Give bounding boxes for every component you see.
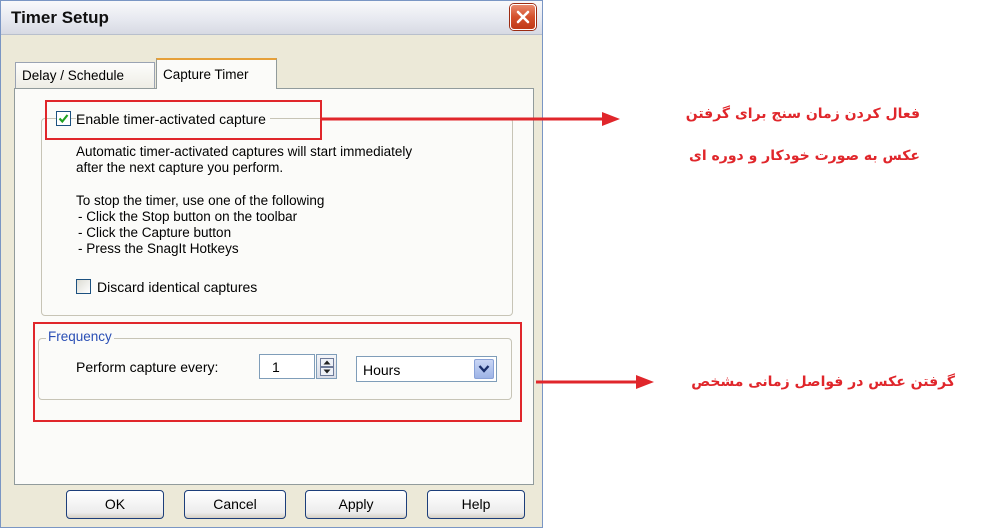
discard-identical-label[interactable]: Discard identical captures xyxy=(97,279,257,295)
ok-button[interactable]: OK xyxy=(66,490,164,519)
stop-intro-text: To stop the timer, use one of the follow… xyxy=(76,193,325,208)
tab-delay-schedule[interactable]: Delay / Schedule xyxy=(15,62,155,88)
annotation-enable-line-1: فعال کردن زمان سنج برای گرفتن xyxy=(685,106,920,122)
close-icon xyxy=(516,10,530,24)
title-bar[interactable]: Timer Setup xyxy=(1,1,542,35)
cancel-button[interactable]: Cancel xyxy=(184,490,286,519)
apply-button[interactable]: Apply xyxy=(305,490,407,519)
annotation-enable-line-2: عکس به صورت خودکار و دوره ای xyxy=(689,148,920,164)
highlight-box-enable xyxy=(45,100,322,140)
arrow-frequency-icon xyxy=(536,375,654,389)
description-line-1: Automatic timer-activated captures will … xyxy=(76,144,413,159)
stop-item-hotkeys: - Press the SnagIt Hotkeys xyxy=(78,241,239,256)
stop-item-toolbar: - Click the Stop button on the toolbar xyxy=(78,209,298,224)
tab-capture-timer[interactable]: Capture Timer xyxy=(156,58,277,89)
help-button[interactable]: Help xyxy=(427,490,525,519)
annotation-frequency: گرفتن عکس در فواصل زمانی مشخص xyxy=(691,374,955,390)
window-title: Timer Setup xyxy=(11,8,109,27)
highlight-box-frequency xyxy=(33,322,522,422)
close-button[interactable] xyxy=(510,4,536,30)
arrow-enable-icon xyxy=(322,112,620,126)
stop-item-capture-button: - Click the Capture button xyxy=(78,225,232,240)
discard-identical-checkbox[interactable] xyxy=(76,279,91,294)
description-line-2: after the next capture you perform. xyxy=(76,160,284,175)
